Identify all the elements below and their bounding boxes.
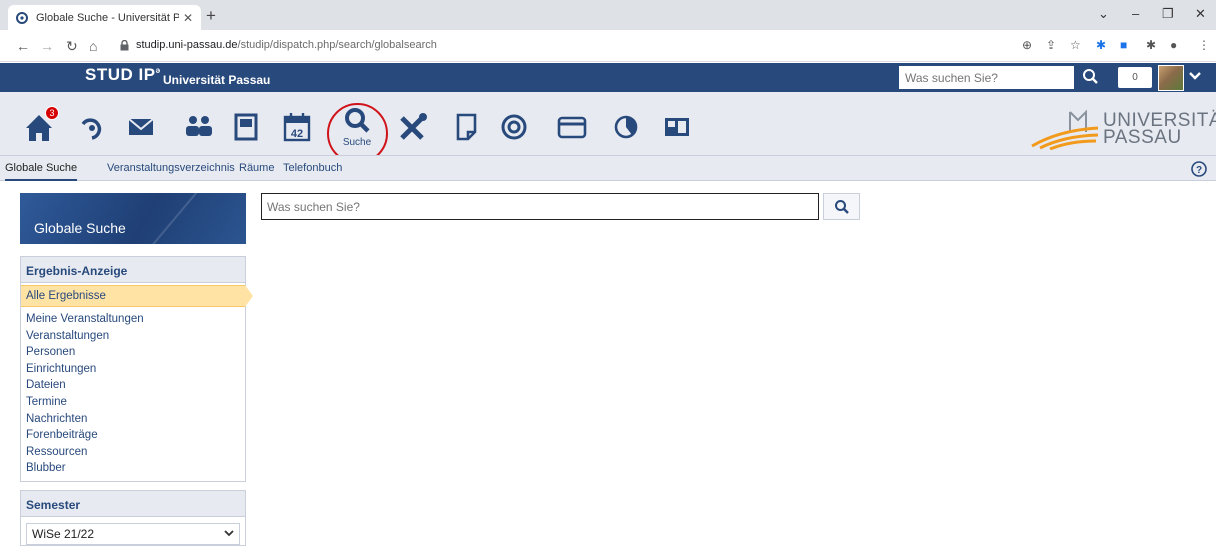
notification-count[interactable]: 0 [1118,67,1152,88]
university-wordmark: UNIVERSITÄT PASSAU [1103,111,1216,148]
lock-icon [120,40,129,51]
browser-tab-title: Globale Suche - Universität Passa [36,11,179,24]
new-tab-button[interactable]: + [206,6,216,26]
result-filter-item[interactable]: Blubber [21,460,245,477]
avatar[interactable] [1158,65,1184,91]
result-filter-item[interactable]: Forenbeiträge [21,427,245,444]
result-filter-widget: Ergebnis-Anzeige Alle Ergebnisse Meine V… [20,256,253,482]
header-search-input[interactable] [899,66,1074,89]
brand-subtitle: Universität Passau [163,73,271,87]
tools-icon[interactable] [396,110,430,144]
tab-globale-suche[interactable]: Globale Suche [5,162,78,181]
bookmark-star-icon[interactable]: ☆ [1070,38,1081,52]
browser-tab-strip: Globale Suche - Universität Passa ✕ + ⌄ … [0,0,1216,30]
messages-badge: 3 [45,106,59,120]
semester-value: WiSe 21/22 [32,527,95,541]
result-filter-item[interactable]: Einrichtungen [21,361,245,378]
result-filter-item[interactable]: Meine Veranstaltungen [21,311,245,328]
result-filter-item[interactable]: Ressourcen [21,444,245,461]
svg-text:?: ? [1196,165,1202,176]
browser-tab[interactable]: Globale Suche - Universität Passa ✕ [8,5,201,30]
home-icon[interactable]: ⌂ [89,38,97,54]
university-line-2: PASSAU [1103,127,1182,148]
restore-button[interactable]: ❐ [1162,6,1174,22]
result-filter-heading: Ergebnis-Anzeige [21,257,245,283]
profile-icon[interactable]: ● [1170,38,1177,52]
calendar-icon[interactable]: 42 [280,110,314,144]
browser-menu-icon[interactable]: ⋮ [1198,38,1210,52]
global-search-button[interactable] [823,193,860,220]
files-icon[interactable] [449,110,483,144]
university-logo-icon [1031,109,1099,150]
share-icon[interactable]: ⇪ [1046,38,1056,52]
zoom-extension-icon[interactable]: ■ [1120,38,1127,52]
back-arrow-icon[interactable]: ← [16,38,30,54]
semester-heading: Semester [21,491,245,517]
result-filter-item[interactable]: Dateien [21,377,245,394]
support-icon[interactable] [497,110,531,144]
url-path: /studip/dispatch.php/search/globalsearch [237,39,437,51]
chevron-down-icon [224,530,234,537]
result-filter-item[interactable]: Termine [21,394,245,411]
tab-search-icon[interactable]: ⌄ [1098,6,1109,22]
close-window-button[interactable]: ✕ [1195,6,1206,22]
tab-telefonbuch[interactable]: Telefonbuch [283,162,342,174]
help-icon[interactable]: ? [1191,161,1207,177]
card-icon[interactable] [555,110,589,144]
reload-icon[interactable]: ↻ [66,38,78,55]
url-host: studip.uni-passau.de [136,39,238,51]
result-filter-list: Alle Ergebnisse Meine Veranstaltungen Ve… [21,285,253,481]
search-icon [834,199,849,214]
tab-raeume[interactable]: Räume [239,162,274,174]
sidebar-title-text: Globale Suche [34,220,126,236]
forward-arrow-icon[interactable]: → [40,38,54,54]
sub-navigation: Globale Suche Veranstaltungsverzeichnis … [0,155,1216,181]
calendar-day: 42 [291,128,303,140]
result-filter-item[interactable]: Nachrichten [21,411,245,428]
zoom-icon[interactable]: ⊕ [1022,38,1032,52]
global-search-input[interactable] [261,193,819,220]
header-search-icon[interactable] [1080,66,1102,89]
browser-address-bar: ← → ↻ ⌂ studip.uni-passau.de/studip/disp… [0,30,1216,62]
extensions-icon[interactable]: ✱ [1146,38,1156,52]
url-field[interactable]: studip.uni-passau.de/studip/dispatch.php… [136,39,437,51]
result-filter-item[interactable]: Veranstaltungen [21,328,245,345]
studip-favicon-icon [16,11,28,24]
extension-puzzle-blue-icon[interactable]: ✱ [1096,38,1106,52]
community-icon[interactable] [182,110,216,144]
result-filter-item-selected[interactable]: Alle Ergebnisse [21,285,253,307]
mail-icon[interactable] [124,110,158,144]
dashboard-icon[interactable] [660,110,694,144]
studip-logo[interactable]: STUD IPᵊ [85,65,161,85]
semester-widget: Semester WiSe 21/22 [20,490,246,546]
semester-select[interactable]: WiSe 21/22 [26,523,240,545]
minimize-button[interactable]: – [1132,6,1139,21]
tab-veranstaltungsverzeichnis[interactable]: Veranstaltungsverzeichnis [107,162,235,174]
result-filter-item[interactable]: Personen [21,344,245,361]
tab-close-icon[interactable]: ✕ [183,11,193,25]
chevron-down-icon[interactable] [1188,69,1202,83]
sidebar-title: Globale Suche [20,193,246,244]
studip-spiral-icon[interactable] [75,110,109,144]
profile-nav-icon[interactable] [229,110,263,144]
statistics-icon[interactable] [609,110,643,144]
